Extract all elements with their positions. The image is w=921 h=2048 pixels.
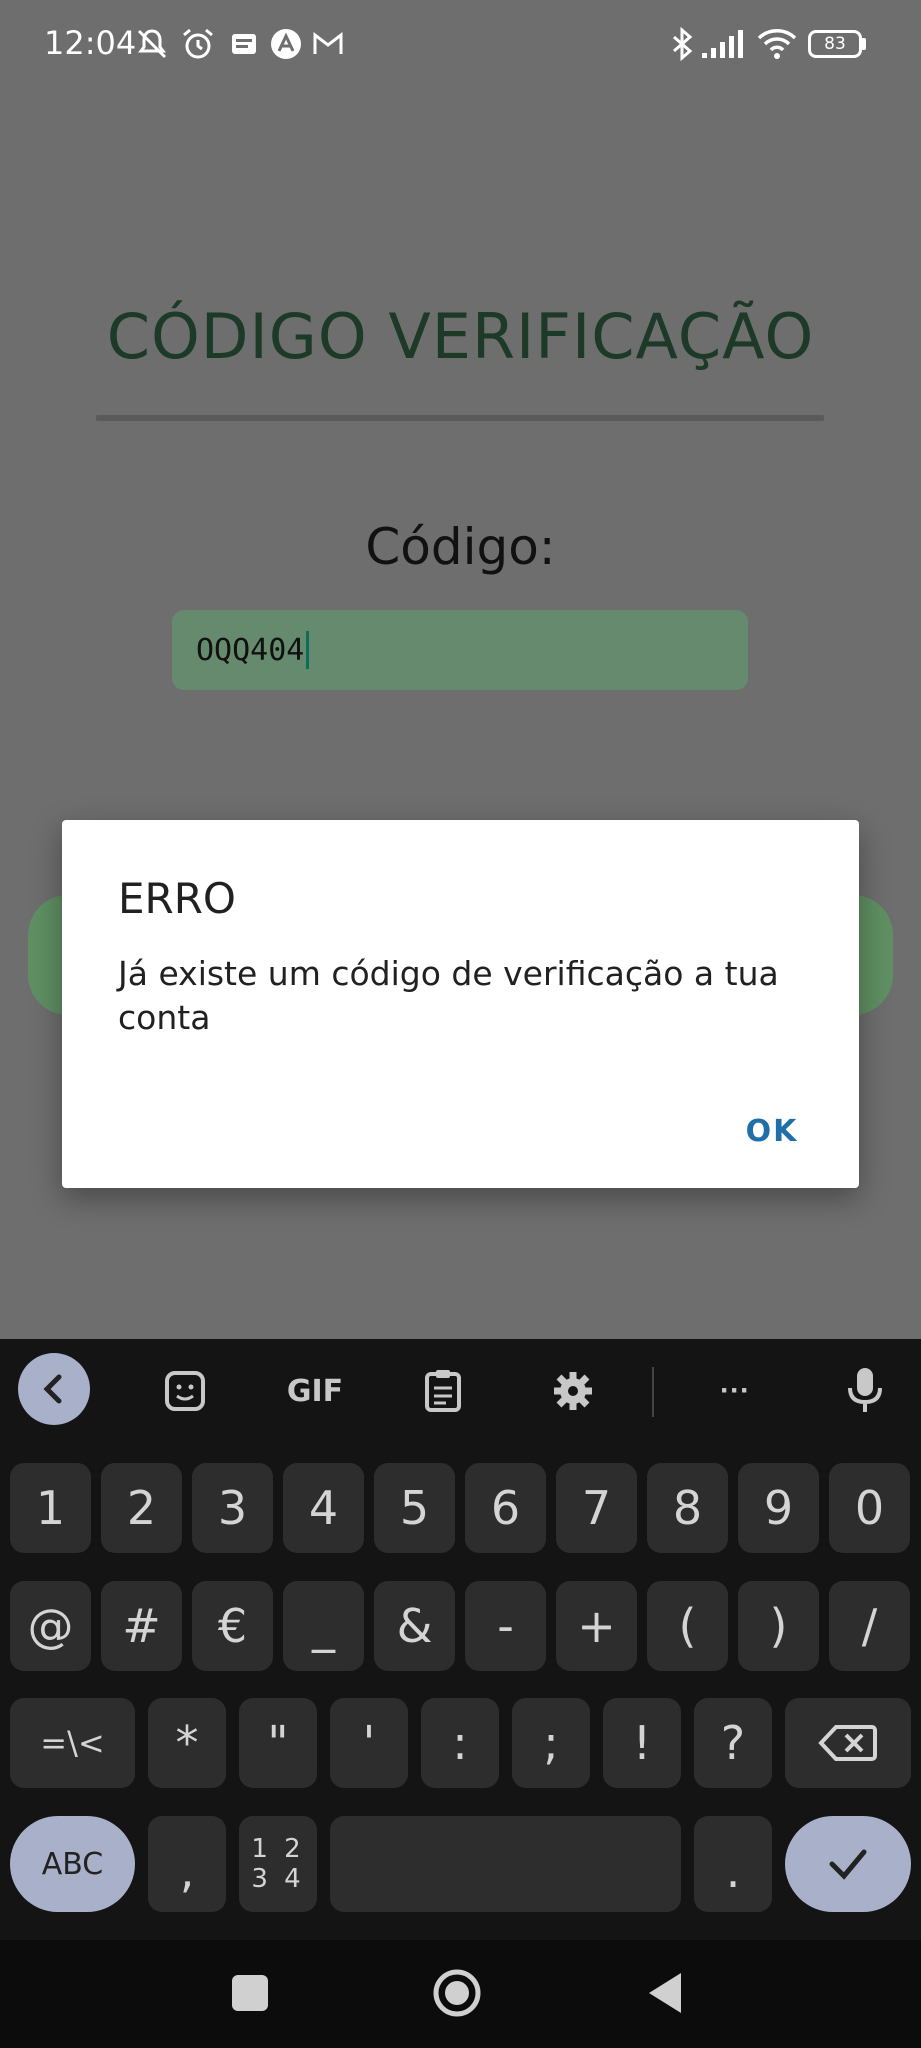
battery-icon: 83 [808, 30, 862, 58]
key-question[interactable]: ? [694, 1698, 772, 1788]
gif-icon[interactable]: GIF [280, 1353, 350, 1429]
number-key-7[interactable]: 8 [647, 1463, 728, 1553]
backspace-key[interactable] [785, 1698, 911, 1788]
dialog-title: ERRO [118, 874, 236, 923]
mute-icon [137, 29, 167, 59]
number-key-8[interactable]: 9 [738, 1463, 819, 1553]
app-icon [271, 29, 301, 59]
abc-key[interactable]: ABC [10, 1816, 135, 1912]
more-icon[interactable]: ··· [700, 1353, 770, 1429]
back-icon[interactable] [645, 1970, 685, 2016]
numpad-switch-bottom: 3 4 [251, 1864, 305, 1894]
submit-button-edge[interactable] [853, 895, 893, 1015]
numpad-switch-top: 1 2 [251, 1834, 305, 1864]
error-dialog: ERRO Já existe um código de verificação … [62, 820, 859, 1188]
text-cursor [306, 631, 310, 669]
symbol-key-0[interactable]: @ [10, 1581, 91, 1671]
number-key-6[interactable]: 7 [556, 1463, 637, 1553]
key-more-symbols[interactable]: =\< [10, 1698, 135, 1788]
battery-tip [862, 38, 866, 50]
key-asterisk[interactable]: * [148, 1698, 226, 1788]
checkmark-icon [829, 1849, 867, 1880]
wifi-icon [757, 29, 797, 59]
space-key[interactable] [330, 1816, 681, 1912]
title-divider [96, 415, 824, 421]
news-icon [232, 34, 256, 54]
navigation-bar [0, 1940, 921, 2048]
battery-level: 83 [824, 34, 846, 54]
number-key-4[interactable]: 5 [374, 1463, 455, 1553]
code-input[interactable]: OQQ404 [172, 610, 748, 690]
keyboard-toolbar: GIF ··· [0, 1339, 921, 1443]
done-key[interactable] [785, 1816, 911, 1912]
home-icon[interactable] [432, 1968, 482, 2018]
symbol-key-4[interactable]: & [374, 1581, 455, 1671]
back-chevron-icon[interactable] [18, 1353, 90, 1425]
alarm-icon [183, 28, 213, 59]
key-exclamation[interactable]: ! [603, 1698, 681, 1788]
backspace-icon [818, 1725, 877, 1761]
number-key-1[interactable]: 2 [101, 1463, 182, 1553]
key-double-quote[interactable]: " [239, 1698, 317, 1788]
number-key-0[interactable]: 1 [10, 1463, 91, 1553]
gmail-icon [313, 31, 343, 54]
mic-icon[interactable] [830, 1353, 900, 1429]
bluetooth-icon [673, 26, 693, 62]
toolbar-divider [652, 1367, 654, 1417]
number-key-9[interactable]: 0 [829, 1463, 910, 1553]
status-time: 12:04 [44, 24, 137, 62]
key-colon[interactable]: : [421, 1698, 499, 1788]
ok-button[interactable]: OK [722, 1104, 822, 1160]
clipboard-icon[interactable] [408, 1353, 478, 1429]
code-label: Código: [365, 518, 556, 576]
page-title: CÓDIGO VERIFICAÇÃO [106, 300, 815, 373]
symbol-key-3[interactable]: _ [283, 1581, 364, 1671]
signal-icon [702, 30, 743, 58]
key-single-quote[interactable]: ' [330, 1698, 408, 1788]
symbol-key-2[interactable]: € [192, 1581, 273, 1671]
symbol-key-5[interactable]: - [465, 1581, 546, 1671]
symbol-key-9[interactable]: / [829, 1581, 910, 1671]
recents-icon[interactable] [232, 1975, 268, 2011]
key-comma[interactable]: , [148, 1816, 226, 1912]
numpad-switch-key[interactable]: 1 2 3 4 [239, 1816, 317, 1912]
dialog-message: Já existe um código de verificação a tua… [118, 954, 779, 1037]
symbol-key-6[interactable]: + [556, 1581, 637, 1671]
symbol-key-8[interactable]: ) [738, 1581, 819, 1671]
sticker-icon[interactable] [150, 1353, 220, 1429]
number-key-5[interactable]: 6 [465, 1463, 546, 1553]
number-key-3[interactable]: 4 [283, 1463, 364, 1553]
symbol-key-7[interactable]: ( [647, 1581, 728, 1671]
number-key-2[interactable]: 3 [192, 1463, 273, 1553]
status-bar: 12:04 83 [0, 0, 921, 90]
key-semicolon[interactable]: ; [512, 1698, 590, 1788]
key-period[interactable]: . [694, 1816, 772, 1912]
gear-icon[interactable] [538, 1353, 608, 1429]
code-input-value: OQQ404 [196, 632, 305, 668]
symbol-key-1[interactable]: # [101, 1581, 182, 1671]
